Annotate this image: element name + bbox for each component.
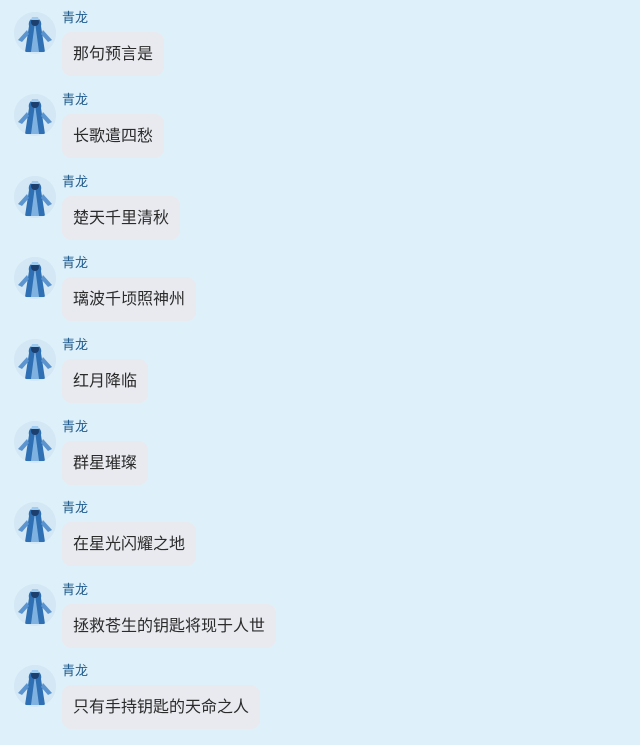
avatar-figure xyxy=(14,584,56,626)
sender-name: 青龙 xyxy=(62,501,89,516)
character-avatar-icon[interactable] xyxy=(14,584,56,626)
character-avatar-icon[interactable] xyxy=(14,257,56,299)
sender-name: 青龙 xyxy=(62,420,89,435)
message-bubble[interactable]: 在星光闪耀之地 xyxy=(62,522,197,566)
chat-message: 青龙 长歌遣四愁 xyxy=(0,93,640,174)
avatar-figure xyxy=(14,502,56,544)
character-avatar-icon[interactable] xyxy=(14,176,56,218)
sender-name: 青龙 xyxy=(62,338,89,353)
avatar-figure xyxy=(14,257,56,299)
chat-message: 青龙 红月降临 xyxy=(0,338,640,419)
character-avatar-icon[interactable] xyxy=(14,665,56,707)
message-bubble[interactable]: 楚天千里清秋 xyxy=(62,196,181,240)
sender-name: 青龙 xyxy=(62,175,89,190)
message-bubble[interactable]: 长歌遣四愁 xyxy=(62,114,165,158)
avatar-figure xyxy=(14,94,56,136)
message-bubble[interactable]: 那句预言是 xyxy=(62,32,165,76)
chat-message: 青龙 群星璀璨 xyxy=(0,420,640,501)
chat-message: 青龙 那句预言是 xyxy=(0,11,640,92)
message-bubble[interactable]: 红月降临 xyxy=(62,359,149,403)
message-bubble[interactable]: 群星璀璨 xyxy=(62,441,149,485)
message-bubble[interactable]: 璃波千顷照神州 xyxy=(62,277,197,321)
sender-name: 青龙 xyxy=(62,11,89,26)
avatar-figure xyxy=(14,665,56,707)
sender-name: 青龙 xyxy=(62,664,89,679)
character-avatar-icon[interactable] xyxy=(14,421,56,463)
sender-name: 青龙 xyxy=(62,256,89,271)
chat-message: 青龙 在星光闪耀之地 xyxy=(0,501,640,582)
sender-name: 青龙 xyxy=(62,93,89,108)
chat-message: 青龙 楚天千里清秋 xyxy=(0,175,640,256)
avatar-figure xyxy=(14,12,56,54)
avatar-figure xyxy=(14,339,56,381)
character-avatar-icon[interactable] xyxy=(14,94,56,136)
avatar-figure xyxy=(14,176,56,218)
chat-message: 青龙 只有手持钥匙的天命之人 xyxy=(0,664,640,745)
chat-message: 青龙 拯救苍生的钥匙将现于人世 xyxy=(0,583,640,664)
character-avatar-icon[interactable] xyxy=(14,339,56,381)
message-bubble[interactable]: 拯救苍生的钥匙将现于人世 xyxy=(62,604,277,648)
avatar-figure xyxy=(14,421,56,463)
message-bubble[interactable]: 只有手持钥匙的天命之人 xyxy=(62,685,261,729)
character-avatar-icon[interactable] xyxy=(14,12,56,54)
sender-name: 青龙 xyxy=(62,583,89,598)
chat-message-list: 青龙 那句预言是 青龙 长歌遣四愁 青龙 楚天千里清秋 青龙 璃波千顷照神州 青… xyxy=(0,0,640,745)
character-avatar-icon[interactable] xyxy=(14,502,56,544)
chat-message: 青龙 璃波千顷照神州 xyxy=(0,256,640,337)
